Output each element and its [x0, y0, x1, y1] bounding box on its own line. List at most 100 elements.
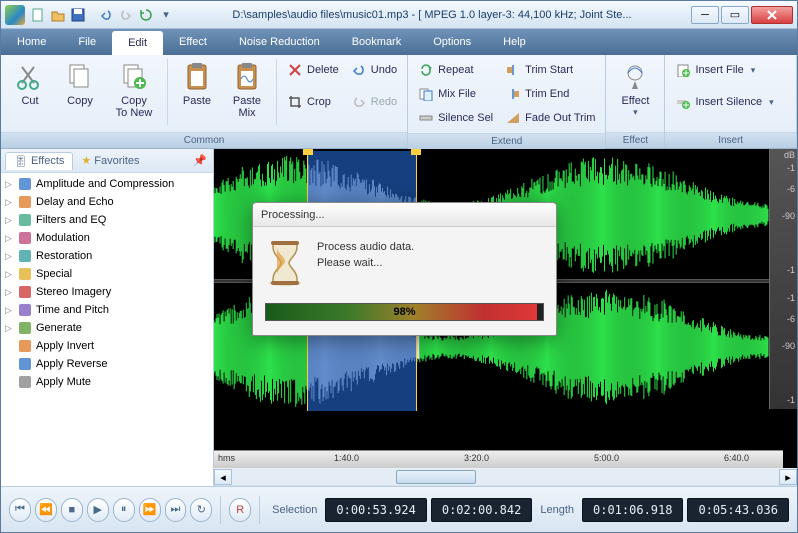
insert-silence-button[interactable]: Insert Silence▾ — [671, 91, 777, 113]
skip-start-button[interactable]: ⏮ — [9, 498, 31, 522]
tree-item-label: Special — [36, 268, 72, 280]
menu-help[interactable]: Help — [487, 29, 542, 55]
cut-button[interactable]: Cut — [7, 59, 53, 109]
play-button[interactable]: ▶ — [87, 498, 109, 522]
delete-button[interactable]: Delete — [283, 59, 343, 81]
ribbon-group-insert: Insert File▾ Insert Silence▾ Insert — [665, 55, 797, 148]
tree-item[interactable]: ▷ Restoration — [3, 247, 211, 265]
expander-icon[interactable]: ▷ — [5, 287, 14, 298]
tree-item[interactable]: ▷Filters and EQ — [3, 211, 211, 229]
skip-end-button[interactable]: ⏭ — [165, 498, 187, 522]
progress-bar: 98% — [265, 303, 544, 321]
trim-start-button[interactable]: Trim Start — [501, 59, 599, 81]
paste-button[interactable]: Paste — [174, 59, 220, 109]
expander-icon[interactable]: ▷ — [5, 269, 14, 280]
tree-item-label: Amplitude and Compression — [36, 178, 174, 190]
tree-item[interactable]: ▷ Delay and Echo — [3, 193, 211, 211]
qat-open-icon[interactable] — [49, 6, 67, 24]
length-label: Length — [540, 504, 574, 516]
title-bar: ▾ D:\samples\audio files\music01.mp3 - [… — [1, 1, 797, 29]
scroll-left-button[interactable]: ◂ — [214, 469, 232, 485]
effect-button[interactable]: Effect▾ — [612, 59, 658, 120]
copy-button[interactable]: Copy — [57, 59, 103, 109]
expander-icon[interactable]: ▷ — [5, 251, 14, 262]
minimize-button[interactable]: ─ — [691, 6, 719, 24]
expander-icon[interactable]: ▷ — [5, 179, 14, 190]
silence-sel-button[interactable]: Silence Sel — [414, 107, 497, 129]
record-button[interactable]: R — [229, 498, 251, 522]
db-scale: dB -1 -6 -90 -1 -1 -6 -90 -1 — [769, 149, 797, 409]
qat-redo-icon[interactable] — [117, 6, 135, 24]
tree-item[interactable]: ▷Generate — [3, 319, 211, 337]
tree-item[interactable]: Apply Reverse — [3, 355, 211, 373]
fade-out-trim-button[interactable]: Fade Out Trim — [501, 107, 599, 129]
hourglass-icon — [265, 239, 305, 287]
repeat-button[interactable]: Repeat — [414, 59, 497, 81]
stop-button[interactable]: ■ — [61, 498, 83, 522]
expander-icon[interactable]: ▷ — [5, 323, 14, 334]
insert-file-button[interactable]: Insert File▾ — [671, 59, 777, 81]
tree-item[interactable]: Apply Invert — [3, 337, 211, 355]
menu-effect[interactable]: Effect — [163, 29, 223, 55]
horizontal-scrollbar[interactable]: ◂ ▸ — [214, 468, 797, 486]
scroll-thumb[interactable] — [396, 470, 476, 484]
window-title: D:\samples\audio files\music01.mp3 - [ M… — [179, 9, 685, 21]
expander-icon[interactable]: ▷ — [5, 197, 14, 208]
tree-item[interactable]: ▷ Stereo Imagery — [3, 283, 211, 301]
tree-item[interactable]: ▷Modulation — [3, 229, 211, 247]
expander-icon[interactable]: ▷ — [5, 215, 14, 226]
undo-button[interactable]: Undo — [347, 59, 401, 81]
expander-icon[interactable]: ▷ — [5, 305, 14, 316]
tree-item[interactable]: ▷ Special — [3, 265, 211, 283]
ribbon-group-label: Insert — [665, 132, 796, 148]
menu-edit[interactable]: Edit — [112, 31, 163, 55]
pause-button[interactable]: ⏸ — [113, 498, 135, 522]
tree-item-label: Stereo Imagery — [36, 286, 111, 298]
redo-button[interactable]: Redo — [347, 91, 401, 113]
paste-mix-button[interactable]: Paste Mix — [224, 59, 270, 121]
close-button[interactable] — [751, 6, 793, 24]
wave-icon — [17, 176, 33, 192]
qat-refresh-icon[interactable] — [137, 6, 155, 24]
mix-file-button[interactable]: Mix File — [414, 83, 497, 105]
pin-icon[interactable]: 📌 — [191, 152, 209, 169]
sidebar-tabs: 🎚Effects ★Favorites 📌 — [1, 149, 213, 173]
tree-item-label: Time and Pitch — [36, 304, 109, 316]
qat-new-icon[interactable] — [29, 6, 47, 24]
qat-dropdown-icon[interactable]: ▾ — [157, 6, 175, 24]
qat-undo-icon[interactable] — [97, 6, 115, 24]
status-bar: ⏮ ⏪ ■ ▶ ⏸ ⏩ ⏭ ↻ R Selection 0:00:53.924 … — [1, 486, 797, 532]
rewind-button[interactable]: ⏪ — [35, 498, 57, 522]
window-controls: ─ ▭ — [689, 6, 793, 24]
crop-button[interactable]: Crop — [283, 91, 343, 113]
sidebar-tab-favorites[interactable]: ★Favorites — [73, 152, 147, 169]
tree-item-label: Delay and Echo — [36, 196, 114, 208]
sidebar-tab-effects[interactable]: 🎚Effects — [5, 152, 73, 170]
selection-start-value: 0:00:53.924 — [325, 498, 426, 522]
swatch-icon — [17, 248, 33, 264]
menu-noise-reduction[interactable]: Noise Reduction — [223, 29, 336, 55]
scroll-track[interactable] — [232, 469, 779, 485]
menu-file[interactable]: File — [62, 29, 112, 55]
menu-bookmark[interactable]: Bookmark — [336, 29, 418, 55]
tree-item[interactable]: ▷ Time and Pitch — [3, 301, 211, 319]
ribbon-group-label: Effect — [606, 132, 664, 148]
copy-to-new-button[interactable]: Copy To New — [107, 59, 161, 121]
loop-button[interactable]: ↻ — [190, 498, 212, 522]
tree-item-label: Restoration — [36, 250, 92, 262]
time-ruler: hms 1:40.0 3:20.0 5:00.0 6:40.0 — [214, 450, 783, 468]
tree-item[interactable]: Apply Mute — [3, 373, 211, 391]
app-icon — [5, 5, 25, 25]
time-icon — [17, 302, 33, 318]
menu-home[interactable]: Home — [1, 29, 62, 55]
scroll-right-button[interactable]: ▸ — [779, 469, 797, 485]
trim-end-button[interactable]: Trim End — [501, 83, 599, 105]
tree-item[interactable]: ▷ Amplitude and Compression — [3, 175, 211, 193]
forward-button[interactable]: ⏩ — [139, 498, 161, 522]
maximize-button[interactable]: ▭ — [721, 6, 749, 24]
menu-options[interactable]: Options — [417, 29, 487, 55]
qat-save-icon[interactable] — [69, 6, 87, 24]
expander-icon[interactable]: ▷ — [5, 233, 14, 244]
reverse-icon — [17, 356, 33, 372]
stereo-icon — [17, 284, 33, 300]
